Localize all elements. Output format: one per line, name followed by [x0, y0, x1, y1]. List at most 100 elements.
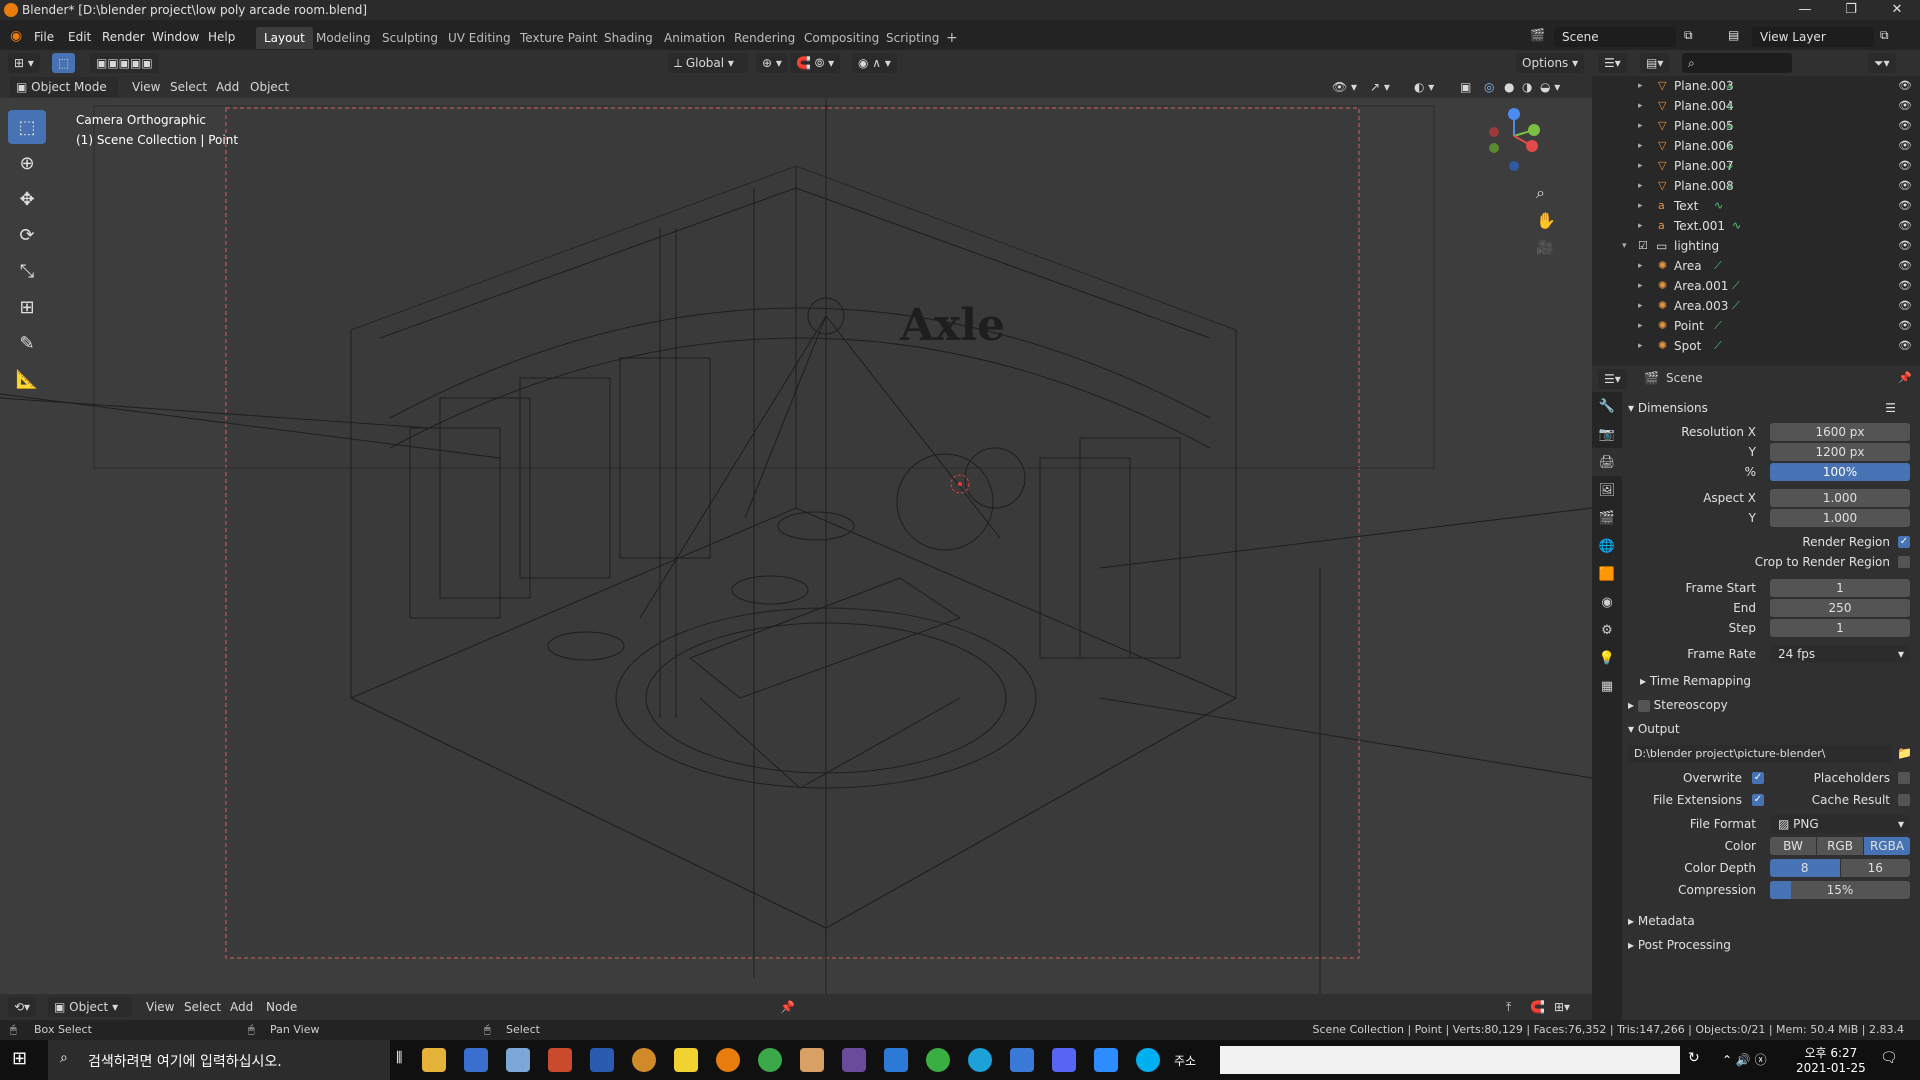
restore-icon[interactable]: ❐: [1828, 0, 1874, 20]
outliner-item-area[interactable]: ▸ ✺ Area ⟋ 👁: [1592, 256, 1920, 276]
node-menu-node[interactable]: Node: [266, 1000, 297, 1014]
navigation-gizmo[interactable]: ⌕ ✋ 🎥: [1464, 106, 1564, 256]
pin-icon[interactable]: 📌: [1898, 371, 1912, 384]
visibility-eye-icon[interactable]: 👁: [1898, 316, 1912, 336]
calculator-icon[interactable]: [464, 1048, 488, 1072]
camera-view-icon[interactable]: 🎥: [1536, 239, 1553, 256]
metadata-panel-header[interactable]: ▸ Metadata: [1628, 914, 1914, 928]
color-rgba-button[interactable]: RGBA: [1864, 837, 1910, 855]
properties-editor-type-icon[interactable]: ☰▾: [1598, 369, 1627, 389]
new-scene-icon[interactable]: ⧉: [1684, 28, 1693, 43]
tab-compositing[interactable]: Compositing: [796, 27, 887, 49]
outliner-search-input[interactable]: ⌕: [1682, 53, 1792, 73]
node-menu-add[interactable]: Add: [230, 1000, 253, 1014]
scene-selector[interactable]: Scene: [1554, 27, 1676, 47]
tab-texture-paint[interactable]: Texture Paint: [512, 27, 605, 49]
node-menu-view[interactable]: View: [146, 1000, 174, 1014]
placeholders-checkbox[interactable]: [1898, 772, 1910, 784]
mesh-data-icon[interactable]: ⏚: [1724, 176, 1735, 196]
visibility-eye-icon[interactable]: 👁: [1898, 336, 1912, 356]
pan-hand-icon[interactable]: ✋: [1536, 211, 1556, 230]
axis-x-icon[interactable]: [1526, 140, 1538, 152]
menu-edit[interactable]: Edit: [68, 30, 91, 44]
tab-animation[interactable]: Animation: [656, 27, 733, 49]
axis-y-icon[interactable]: [1528, 124, 1540, 136]
wireframe-shading-icon[interactable]: ◎: [1484, 80, 1494, 94]
blender-taskbar-icon[interactable]: [716, 1048, 740, 1072]
refresh-icon[interactable]: ↻: [1688, 1050, 1700, 1066]
menu-render[interactable]: Render: [102, 30, 145, 44]
pin-icon[interactable]: 📌: [780, 1000, 795, 1014]
overwrite-checkbox[interactable]: ✓: [1752, 772, 1764, 784]
physics-tab-icon[interactable]: ◉: [1592, 588, 1622, 616]
powerpoint-icon[interactable]: [548, 1048, 572, 1072]
frame-start-field[interactable]: 1: [1770, 579, 1910, 597]
skype-icon[interactable]: [1136, 1048, 1160, 1072]
edge-icon[interactable]: [968, 1048, 992, 1072]
curve-data-icon[interactable]: ∿: [1714, 196, 1723, 216]
resolution-y-field[interactable]: 1200 px: [1770, 443, 1910, 461]
task-view-icon[interactable]: ⫼: [396, 1050, 402, 1066]
visibility-eye-icon[interactable]: 👁: [1898, 256, 1912, 276]
outliner-item-area-003[interactable]: ▸ ✺ Area.003 ⟋ 👁: [1592, 296, 1920, 316]
outliner-item-plane-004[interactable]: ▸ ▽ Plane.004 ⏚ 👁: [1592, 96, 1920, 116]
view-layer-tab-icon[interactable]: 🖼: [1592, 476, 1622, 504]
frame-step-field[interactable]: 1: [1770, 619, 1910, 637]
expand-closed-icon[interactable]: ▸: [1638, 116, 1643, 136]
menu-view[interactable]: View: [132, 80, 160, 94]
address-input[interactable]: [1220, 1046, 1680, 1074]
rotate-icon[interactable]: ⟳: [8, 218, 46, 252]
expand-closed-icon[interactable]: ▸: [1638, 156, 1643, 176]
display-mode-icon[interactable]: ▤▾: [1640, 53, 1670, 73]
pivot-icon[interactable]: ⊕ ▾: [756, 53, 788, 73]
render-region-checkbox[interactable]: ✓: [1898, 536, 1910, 548]
game-icon[interactable]: [800, 1048, 824, 1072]
mesh-data-icon[interactable]: ⏚: [1724, 156, 1735, 176]
mesh-data-icon[interactable]: ⏚: [1724, 76, 1735, 96]
color-depth-8-button[interactable]: 8: [1770, 859, 1840, 877]
outliner-item-plane-008[interactable]: ▸ ▽ Plane.008 ⏚ 👁: [1592, 176, 1920, 196]
visibility-icon[interactable]: 👁 ▾: [1332, 80, 1357, 94]
menu-select[interactable]: Select: [170, 80, 207, 94]
frame-end-field[interactable]: 250: [1770, 599, 1910, 617]
outliner-item-text-001[interactable]: ▸ a Text.001 ∿ 👁: [1592, 216, 1920, 236]
color-depth-16-button[interactable]: 16: [1840, 859, 1910, 877]
outliner-item-plane-005[interactable]: ▸ ▽ Plane.005 ⏚ 👁: [1592, 116, 1920, 136]
frame-rate-dropdown[interactable]: 24 fps ▾: [1770, 645, 1910, 663]
outliner-item-plane-007[interactable]: ▸ ▽ Plane.007 ⏚ 👁: [1592, 156, 1920, 176]
presets-icon[interactable]: ☰: [1885, 401, 1896, 415]
visibility-eye-icon[interactable]: 👁: [1898, 76, 1912, 96]
node-editor-type-icon[interactable]: ⟲▾: [8, 997, 37, 1017]
expand-closed-icon[interactable]: ▸: [1638, 276, 1643, 296]
file-explorer-icon[interactable]: [422, 1048, 446, 1072]
crop-checkbox[interactable]: [1898, 556, 1910, 568]
visibility-eye-icon[interactable]: 👁: [1898, 236, 1912, 256]
stereoscopy-checkbox[interactable]: [1637, 699, 1650, 712]
expand-closed-icon[interactable]: ▸: [1638, 196, 1643, 216]
annotate-icon[interactable]: ✎: [8, 326, 46, 360]
word-icon[interactable]: [590, 1048, 614, 1072]
menu-help[interactable]: Help: [208, 30, 235, 44]
expand-open-icon[interactable]: ▾: [1622, 236, 1627, 256]
stereoscopy-panel-header[interactable]: ▸ Stereoscopy: [1628, 698, 1914, 712]
visibility-eye-icon[interactable]: 👁: [1898, 136, 1912, 156]
kakaotalk-icon[interactable]: [674, 1048, 698, 1072]
expand-closed-icon[interactable]: ▸: [1638, 176, 1643, 196]
visibility-eye-icon[interactable]: 👁: [1898, 116, 1912, 136]
tray-icons[interactable]: ⌃ 🔊 ⓧ: [1722, 1051, 1767, 1068]
object-data-tab-icon[interactable]: 💡: [1592, 644, 1622, 672]
visibility-eye-icon[interactable]: 👁: [1898, 156, 1912, 176]
light-data-icon[interactable]: ⟋: [1714, 316, 1722, 336]
editor-type-icon[interactable]: ⊞ ▾: [8, 53, 40, 73]
tab-shading[interactable]: Shading: [596, 27, 661, 49]
time-remapping-subpanel[interactable]: ▸ Time Remapping: [1640, 674, 1920, 688]
expand-closed-icon[interactable]: ▸: [1638, 96, 1643, 116]
parent-node-icon[interactable]: ⤒: [1506, 1000, 1511, 1015]
move-icon[interactable]: ✥: [8, 182, 46, 216]
tab-uv-editing[interactable]: UV Editing: [440, 27, 519, 49]
file-format-dropdown[interactable]: ▨ PNG ▾: [1770, 815, 1910, 833]
photoshop-like-icon[interactable]: [884, 1048, 908, 1072]
object-tab-icon[interactable]: 🟧: [1592, 560, 1622, 588]
tab-modeling[interactable]: Modeling: [308, 27, 379, 49]
notification-icon[interactable]: 🗨: [1880, 1050, 1898, 1066]
